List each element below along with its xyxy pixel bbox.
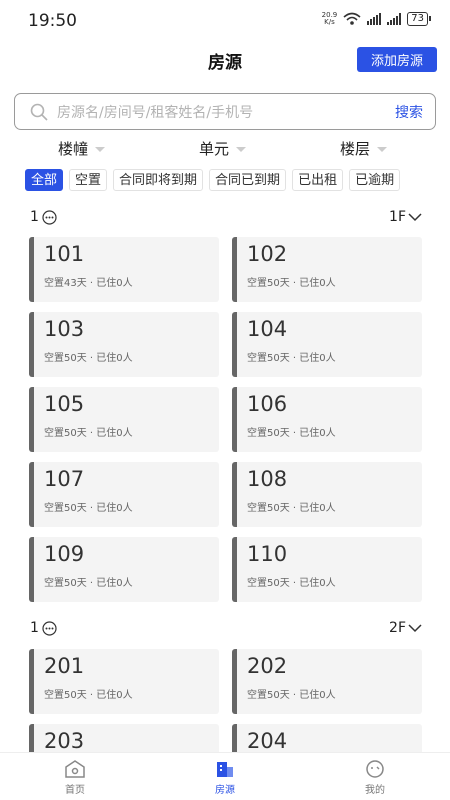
filter-unit[interactable]: 单元 [199, 138, 247, 159]
chip-expiring[interactable]: 合同即将到期 [113, 169, 204, 191]
filter-bar: 楼幢 单元 楼层 [0, 138, 450, 160]
room-status: 空置50天 · 已住0人 [247, 578, 336, 589]
room-number: 103 [44, 317, 85, 341]
more-icon[interactable] [42, 620, 57, 636]
floor-toggle[interactable]: 1F [389, 209, 422, 225]
filter-building[interactable]: 楼幢 [58, 138, 106, 159]
status-time: 19:50 [28, 11, 77, 31]
room-card[interactable]: 110 空置50天 · 已住0人 [232, 537, 422, 602]
room-number: 102 [247, 242, 288, 266]
battery-icon: 73 [407, 12, 431, 26]
chip-overdue[interactable]: 已逾期 [349, 169, 401, 191]
room-status: 空置43天 · 已住0人 [44, 278, 133, 289]
room-status: 空置50天 · 已住0人 [44, 428, 133, 439]
wifi-icon [343, 12, 361, 25]
room-status: 空置50天 · 已住0人 [247, 353, 336, 364]
group-header: 1 2F [30, 620, 422, 640]
room-number: 110 [247, 542, 288, 566]
group-label: 1 [30, 620, 57, 636]
chip-vacant[interactable]: 空置 [69, 169, 108, 191]
caret-down-icon [95, 147, 106, 152]
room-number: 105 [44, 392, 85, 416]
nav-profile[interactable]: 我的 [335, 759, 415, 796]
room-number: 201 [44, 654, 85, 678]
room-card[interactable]: 106 空置50天 · 已住0人 [232, 387, 422, 452]
room-card[interactable]: 103 空置50天 · 已住0人 [29, 312, 219, 377]
room-status: 空置50天 · 已住0人 [44, 578, 133, 589]
room-card[interactable]: 204 [232, 724, 422, 752]
bottom-nav: 首页 房源 我的 [0, 752, 450, 800]
room-card[interactable]: 201 空置50天 · 已住0人 [29, 649, 219, 714]
room-status: 空置50天 · 已住0人 [44, 353, 133, 364]
chevron-down-icon [408, 624, 422, 633]
building-icon [217, 762, 233, 777]
room-status: 空置50天 · 已住0人 [44, 690, 133, 701]
search-icon [30, 103, 48, 121]
signal-icon [367, 13, 382, 25]
room-number: 101 [44, 242, 85, 266]
chevron-down-icon [408, 213, 422, 222]
room-card[interactable]: 102 空置50天 · 已住0人 [232, 237, 422, 302]
status-bar: 19:50 20.9 K/s 73 [0, 0, 450, 40]
signal-icon-secondary [387, 13, 402, 25]
chip-rented[interactable]: 已出租 [292, 169, 344, 191]
add-listing-button[interactable]: 添加房源 [357, 47, 437, 72]
room-card[interactable]: 107 空置50天 · 已住0人 [29, 462, 219, 527]
room-status: 空置50天 · 已住0人 [247, 690, 336, 701]
room-number: 204 [247, 729, 288, 752]
header: 房源 添加房源 [0, 40, 450, 80]
room-number: 203 [44, 729, 85, 752]
floor-toggle[interactable]: 2F [389, 620, 422, 636]
status-indicators: 20.9 K/s 73 [321, 11, 431, 26]
room-number: 109 [44, 542, 85, 566]
room-list[interactable]: 1 1F 101 空置43天 · 已住0人 102 空置50天 · 已住0人 1… [0, 200, 450, 752]
chip-expired[interactable]: 合同已到期 [209, 169, 287, 191]
group-header: 1 1F [30, 209, 422, 229]
room-status: 空置50天 · 已住0人 [247, 503, 336, 514]
profile-icon [366, 760, 384, 778]
room-status: 空置50天 · 已住0人 [44, 503, 133, 514]
search-input[interactable]: 房源名/房间号/租客姓名/手机号 [57, 102, 395, 122]
net-speed: 20.9 K/s [321, 11, 338, 26]
room-number: 107 [44, 467, 85, 491]
filter-floor[interactable]: 楼层 [340, 138, 388, 159]
nav-listings[interactable]: 房源 [185, 759, 265, 796]
room-number: 108 [247, 467, 288, 491]
room-card[interactable]: 203 [29, 724, 219, 752]
chip-all[interactable]: 全部 [25, 169, 64, 191]
search-bar[interactable]: 房源名/房间号/租客姓名/手机号 搜索 [14, 93, 436, 130]
more-icon[interactable] [42, 209, 57, 225]
caret-down-icon [377, 147, 388, 152]
room-card[interactable]: 108 空置50天 · 已住0人 [232, 462, 422, 527]
search-button[interactable]: 搜索 [395, 102, 423, 122]
room-number: 104 [247, 317, 288, 341]
room-status: 空置50天 · 已住0人 [247, 428, 336, 439]
room-number: 202 [247, 654, 288, 678]
room-card[interactable]: 105 空置50天 · 已住0人 [29, 387, 219, 452]
room-card[interactable]: 109 空置50天 · 已住0人 [29, 537, 219, 602]
room-number: 106 [247, 392, 288, 416]
status-chips: 全部 空置 合同即将到期 合同已到期 已出租 已逾期 [25, 169, 450, 191]
room-status: 空置50天 · 已住0人 [247, 278, 336, 289]
nav-home[interactable]: 首页 [35, 759, 115, 796]
room-card[interactable]: 101 空置43天 · 已住0人 [29, 237, 219, 302]
home-icon [65, 760, 85, 778]
caret-down-icon [236, 147, 247, 152]
room-card[interactable]: 104 空置50天 · 已住0人 [232, 312, 422, 377]
group-label: 1 [30, 209, 57, 225]
room-card[interactable]: 202 空置50天 · 已住0人 [232, 649, 422, 714]
